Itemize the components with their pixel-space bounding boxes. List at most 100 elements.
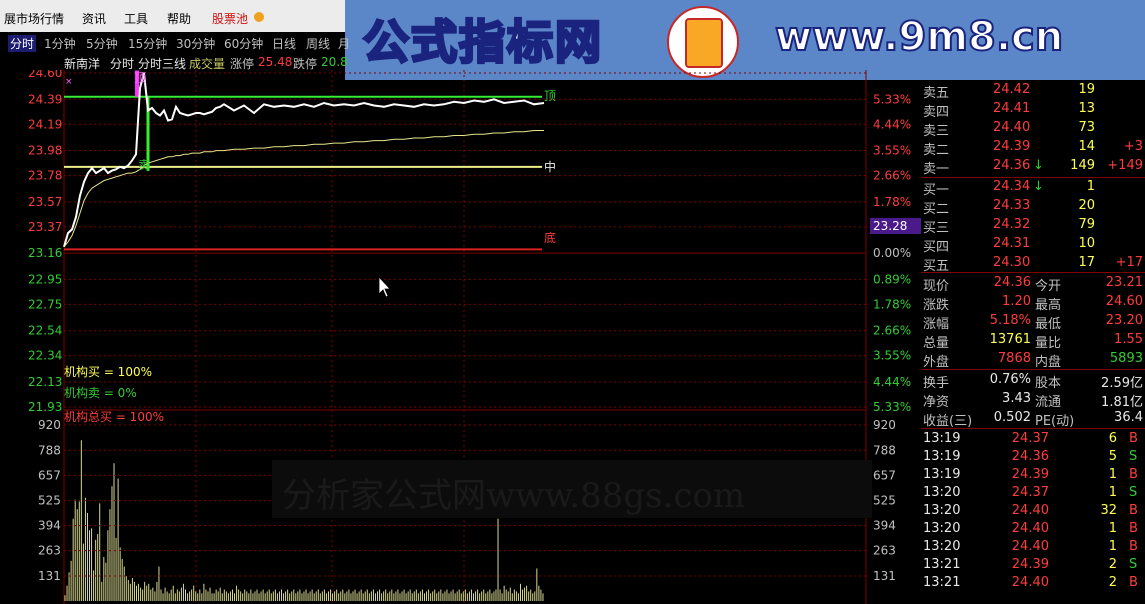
vol-tick-left-1: 788 <box>38 443 61 457</box>
menu-tools[interactable]: 工具 <box>124 10 148 27</box>
bid-chg: +17 <box>1115 255 1143 270</box>
trade-side: B <box>1129 503 1138 518</box>
fund-label: 收益(三) <box>923 414 973 429</box>
tab-1min[interactable]: 1分钟 <box>44 35 76 52</box>
indicator-total: 机构总买 = 100% <box>64 409 164 424</box>
vol-tick-left-0: 920 <box>38 418 61 432</box>
stock-pool-icon <box>254 12 264 22</box>
limit-up-value: 25.48 <box>258 55 293 69</box>
price-tick-3: 23.98 <box>28 144 62 158</box>
tab-intraday[interactable]: 分时 <box>8 35 37 52</box>
fund-label: 流通 <box>1035 395 1062 410</box>
tab-60min[interactable]: 60分钟 <box>224 35 263 52</box>
trade-side: B <box>1129 521 1138 536</box>
stat-label: 现价 <box>923 279 950 294</box>
stat-value: 7868 <box>997 351 1031 366</box>
trade-row: 13:21 24.39 2 S <box>921 556 1145 575</box>
info-bar: 新南洋 分时 分时三线 成交量 涨停 25.48 跌停 20.8 <box>0 52 348 71</box>
site-banner: 公式指标网 www.9m8.cn <box>345 0 1145 80</box>
menu-market[interactable]: 展市场行情 <box>4 10 64 27</box>
trade-time: 13:21 <box>923 575 961 590</box>
mid-line-label: 中 <box>544 159 556 174</box>
price-axis: 24.60 24.39 24.19 23.98 23.78 23.57 23.37 23.16… <box>28 70 62 414</box>
stat-row: 涨跌 1.20 最高 24.60 <box>921 293 1145 313</box>
menu-bar: 展市场行情 资讯 工具 帮助 股票池 <box>0 0 345 32</box>
menu-help[interactable]: 帮助 <box>167 10 191 27</box>
intraday-chart: 24.60 24.39 24.19 23.98 23.78 23.57 23.37 23.16… <box>28 70 921 604</box>
tab-15min[interactable]: 15分钟 <box>128 35 167 52</box>
quote-panel: 卖五 24.42 19 卖四 24.41 13 卖三 24.40 73 卖二 24.39 14 +3 卖一… <box>921 80 1145 604</box>
price-tick-6: 23.37 <box>28 220 62 234</box>
stat-value: 5.18% <box>989 313 1031 328</box>
trade-side: S <box>1129 485 1138 500</box>
trade-row: 13:19 24.36 5 S <box>921 448 1145 467</box>
ask-chg: +149 <box>1107 158 1143 173</box>
vol-tick-right-4: 394 <box>873 519 896 533</box>
limit-down-value: 20.8 <box>321 55 348 69</box>
ask-row: 卖四 24.41 13 <box>921 100 1145 120</box>
bid-vol: 79 <box>1078 217 1095 232</box>
pct-tick-12: 5.33% <box>873 400 911 414</box>
close-x-icon[interactable]: × <box>65 77 73 87</box>
vol-tick-left-5: 263 <box>38 544 61 558</box>
bid-price: 24.34 <box>993 179 1031 194</box>
watermark: 分析家公式网www.88gs.com <box>272 460 872 518</box>
indicator-sell: 机构卖 = 0% <box>64 385 137 400</box>
menu-news[interactable]: 资讯 <box>82 10 106 27</box>
ask-price: 24.36 <box>993 158 1031 173</box>
ask-label: 卖一 <box>923 162 950 177</box>
bid-row: 买五 24.30 17 +17 <box>921 254 1145 274</box>
trades-sep <box>921 428 1145 429</box>
ask-row: 卖一 24.36 149 +149 ↓ <box>921 157 1145 177</box>
trade-side: B <box>1129 539 1138 554</box>
trade-row: 13:19 24.39 1 B <box>921 466 1145 485</box>
top-line-label: 顶 <box>544 89 556 103</box>
vol-tick-right-2: 657 <box>873 468 896 482</box>
menu-stock-pool[interactable]: 股票池 <box>212 10 248 27</box>
trade-side: B <box>1129 467 1138 482</box>
tab-5min[interactable]: 5分钟 <box>86 35 118 52</box>
trade-vol: 1 <box>1108 521 1117 536</box>
ask-label: 卖三 <box>923 124 950 139</box>
fund-value: 3.43 <box>1002 391 1031 406</box>
fund-value: 0.76% <box>989 372 1031 387</box>
tab-monthly[interactable]: 月 <box>338 35 350 52</box>
fund-label: 净资 <box>923 395 950 410</box>
price-tick-2: 24.19 <box>28 117 62 131</box>
trade-row: 13:19 24.37 6 B <box>921 430 1145 449</box>
pct-tick-8: 1.78% <box>873 297 911 311</box>
bid-price: 24.30 <box>993 255 1031 270</box>
stat-value: 24.60 <box>1105 294 1143 309</box>
trade-vol: 32 <box>1100 503 1117 518</box>
stat-label: 最高 <box>1035 298 1062 313</box>
tab-daily[interactable]: 日线 <box>272 35 296 52</box>
trade-vol: 2 <box>1108 557 1117 572</box>
price-tick-10: 22.54 <box>28 324 62 338</box>
chart-grid <box>63 70 867 604</box>
fund-value: 36.4 <box>1114 410 1143 425</box>
ask-label: 卖四 <box>923 105 950 120</box>
trade-time: 13:21 <box>923 557 961 572</box>
fund-value: 1.81亿 <box>1101 395 1143 410</box>
seal-logo-icon <box>667 6 739 78</box>
fund-row: 换手 0.76% 股本 2.59亿 <box>921 371 1145 391</box>
trade-price: 24.37 <box>1011 431 1049 446</box>
period-tabs: 分时 1分钟 5分钟 15分钟 30分钟 60分钟 日线 周线 月 <box>0 32 350 52</box>
trade-time: 13:19 <box>923 467 961 482</box>
ask-vol: 149 <box>1070 158 1095 173</box>
price-tick-9: 22.75 <box>28 297 62 311</box>
pct-tick-0: 5.33% <box>873 92 911 106</box>
down-arrow-icon: ↓ <box>1033 158 1044 173</box>
bid-label: 买三 <box>923 221 950 236</box>
bid-vol: 10 <box>1078 236 1095 251</box>
vol-tick-left-6: 131 <box>38 569 61 583</box>
tab-30min[interactable]: 30分钟 <box>176 35 215 52</box>
bid-label: 买一 <box>923 183 950 198</box>
trade-row: 13:20 24.40 1 B <box>921 520 1145 539</box>
vol-tick-left-3: 525 <box>38 494 61 508</box>
trade-price: 24.40 <box>1011 575 1049 590</box>
ask-vol: 73 <box>1078 120 1095 135</box>
ask-row: 卖五 24.42 19 <box>921 81 1145 101</box>
vol-tick-right-3: 525 <box>873 494 896 508</box>
tab-weekly[interactable]: 周线 <box>306 35 330 52</box>
